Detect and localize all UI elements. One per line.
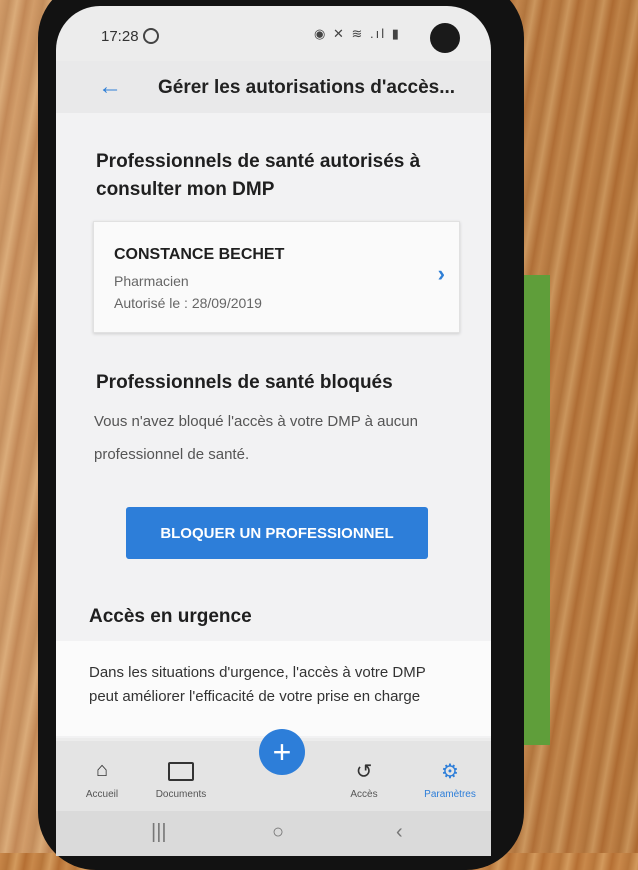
page-title: Gérer les autorisations d'accès... — [158, 77, 456, 98]
blocked-text-line1: Vous n'avez bloqué l'accès à votre DMP à… — [94, 413, 418, 430]
folder-icon — [141, 759, 221, 787]
whatsapp-icon — [143, 28, 159, 44]
blocked-text-line2: professionnel de santé. — [94, 446, 250, 463]
back-chevron-icon[interactable]: ‹ — [396, 821, 403, 844]
home-circle-icon[interactable]: ○ — [272, 821, 284, 844]
nav-item-accueil[interactable]: ⌂ Accueil — [62, 741, 142, 811]
urgence-section-title: Accès en urgence — [89, 606, 252, 627]
gear-icon: ⚙ — [441, 761, 459, 783]
nav-item-documents[interactable]: Documents — [141, 741, 221, 811]
phone-screen: 17:28 ◉ ✕ ≋ .ıl ▮ ← Gérer les autorisati… — [56, 6, 491, 856]
authorization-date: Autorisé le : 28/09/2019 — [114, 295, 262, 311]
front-camera-icon — [430, 23, 460, 53]
authorized-section-title: Professionnels de santé autorisés à cons… — [96, 148, 420, 204]
status-time: 17:28 — [101, 28, 139, 45]
authorized-title-line2: consulter mon DMP — [96, 179, 275, 200]
blocked-section-title: Professionnels de santé bloqués — [96, 372, 393, 393]
nav-item-parametres[interactable]: ⚙ Paramètres — [410, 741, 490, 811]
urgence-text-line2: peut améliorer l'efficacité de votre pri… — [89, 688, 421, 705]
professional-role: Pharmacien — [114, 273, 189, 289]
nav-label-accueil: Accueil — [85, 789, 119, 800]
nav-label-documents: Documents — [155, 789, 207, 800]
authorized-professional-card[interactable]: CONSTANCE BECHET Pharmacien Autorisé le … — [93, 221, 460, 333]
authorized-title-line1: Professionnels de santé autorisés à — [96, 151, 421, 172]
recent-apps-icon[interactable]: ||| — [151, 821, 167, 844]
chevron-right-icon[interactable]: › — [438, 261, 445, 287]
system-navigation-bar: ||| ○ ‹ — [56, 811, 491, 856]
nav-label-acces: Accès — [350, 789, 378, 800]
add-fab-button[interactable]: + — [259, 729, 305, 775]
blocked-section-text: Vous n'avez bloqué l'accès à votre DMP à… — [94, 405, 454, 471]
professional-name: CONSTANCE BECHET — [114, 246, 285, 263]
status-bar: 17:28 ◉ ✕ ≋ .ıl ▮ — [56, 6, 491, 54]
status-icons: ◉ ✕ ≋ .ıl ▮ — [314, 26, 401, 41]
urgence-text-line1: Dans les situations d'urgence, l'accès à… — [89, 664, 426, 681]
nav-item-acces[interactable]: ↺ Accès — [324, 741, 404, 811]
app-bar: ← Gérer les autorisations d'accès... — [56, 61, 491, 113]
history-icon: ↺ — [355, 761, 373, 783]
urgence-panel: Dans les situations d'urgence, l'accès à… — [56, 641, 491, 736]
arrow-left-icon[interactable]: ← — [98, 73, 122, 101]
urgence-text: Dans les situations d'urgence, l'accès à… — [89, 661, 479, 709]
nav-label-parametres: Paramètres — [424, 789, 476, 800]
home-icon: ⌂ — [95, 759, 109, 781]
block-professional-button[interactable]: BLOQUER UN PROFESSIONNEL — [126, 507, 428, 559]
